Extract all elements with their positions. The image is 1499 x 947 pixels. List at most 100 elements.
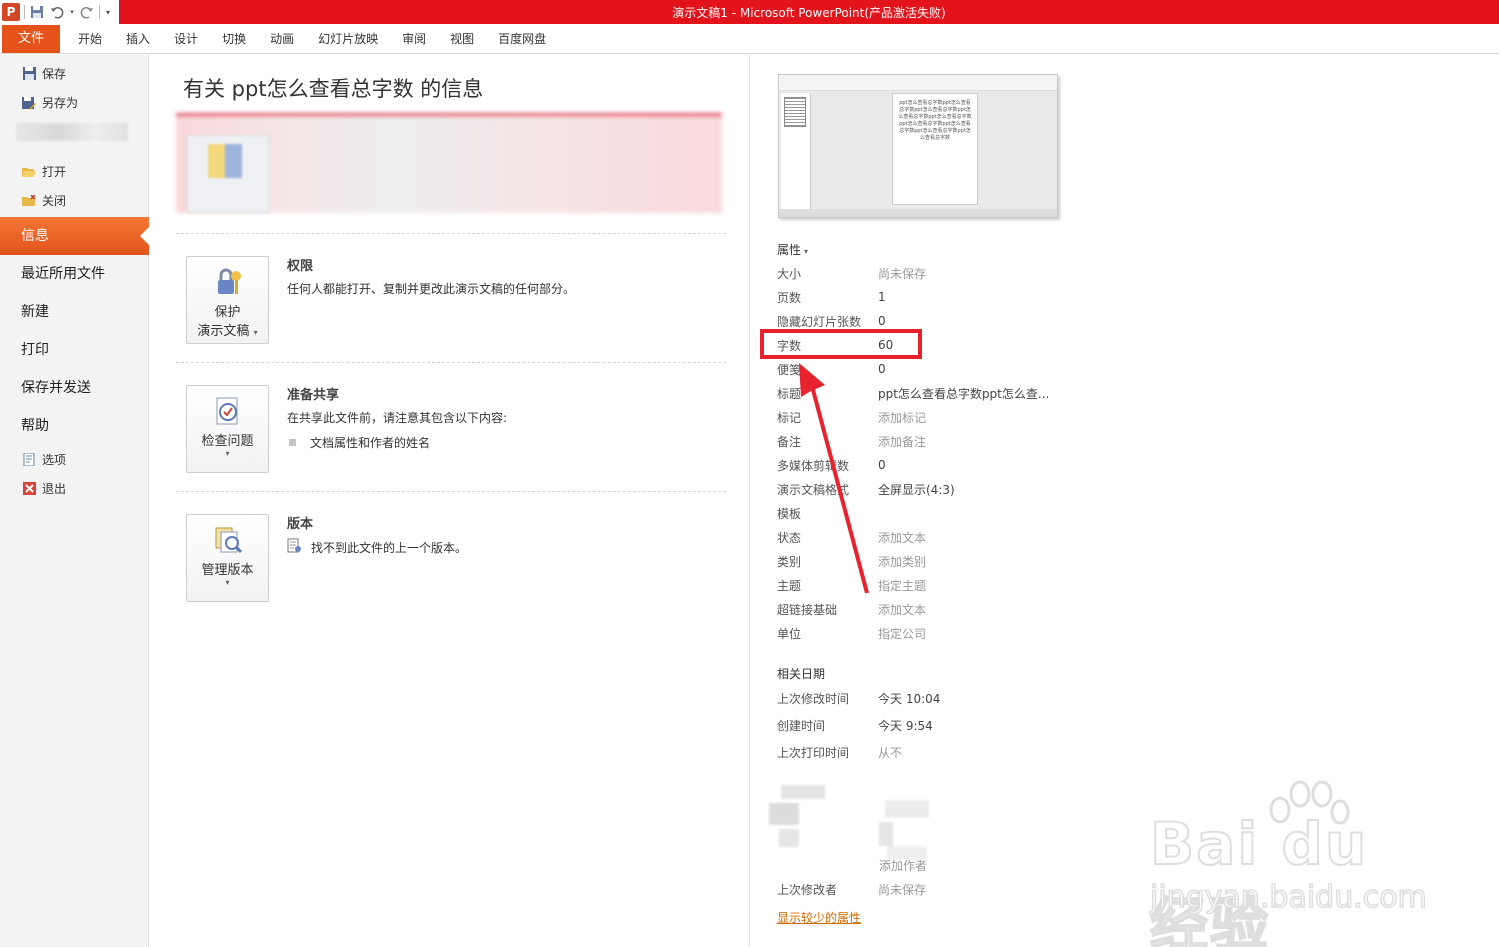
- options-icon: [22, 453, 36, 467]
- baidu-jingyan-watermark: Bai du 经验 jingyan.baidu.com: [1149, 780, 1450, 947]
- tab-home[interactable]: 开始: [66, 25, 114, 53]
- tab-baidu-netdisk[interactable]: 百度网盘: [486, 25, 558, 53]
- manage-versions-dropdown-icon: ▾: [225, 578, 230, 587]
- check-issues-button[interactable]: 检查问题 ▾: [186, 385, 269, 473]
- title-bar: P ▾ ▾ 演示文稿1 - Microsoft PowerPoint(产品激活失…: [0, 0, 1499, 24]
- property-value[interactable]: 添加备注: [878, 433, 926, 450]
- nav-recent[interactable]: 最近所用文件: [0, 255, 148, 293]
- property-row: 类别 添加类别: [777, 549, 1197, 573]
- property-value[interactable]: 指定主题: [878, 577, 926, 594]
- property-key: 超链接基础: [777, 602, 838, 617]
- property-key: 标题: [777, 386, 802, 401]
- property-row: 主题 指定主题: [777, 573, 1197, 597]
- property-key: 标记: [777, 410, 802, 425]
- redo-icon[interactable]: [79, 4, 95, 20]
- property-value[interactable]: 添加类别: [878, 553, 926, 570]
- tab-animations[interactable]: 动画: [258, 25, 306, 53]
- blurred-author-avatar: [769, 785, 831, 847]
- property-value: 0: [878, 458, 886, 472]
- related-dates-heading: 相关日期: [777, 667, 826, 681]
- tab-file[interactable]: 文件: [2, 24, 61, 53]
- window-title: 演示文稿1 - Microsoft PowerPoint(产品激活失败): [672, 6, 946, 20]
- versions-description: 找不到此文件的上一个版本。: [311, 540, 468, 555]
- nav-close[interactable]: 关闭: [0, 186, 148, 215]
- nav-save-send[interactable]: 保存并发送: [0, 369, 148, 407]
- date-property-row: 创建时间 今天 9:54: [777, 713, 1197, 737]
- nav-info[interactable]: 信息: [0, 217, 150, 255]
- protect-presentation-button[interactable]: 保护 演示文稿 ▾: [186, 256, 269, 344]
- check-issues-dropdown-icon: ▾: [225, 449, 230, 458]
- prepare-share-bullet-text: 文档属性和作者的姓名: [310, 436, 431, 450]
- close-folder-icon: [22, 194, 36, 208]
- property-row: 多媒体剪辑数 0: [777, 453, 1197, 477]
- tab-view[interactable]: 视图: [438, 25, 486, 53]
- property-value: 全屏显示(4:3): [878, 482, 955, 497]
- property-value[interactable]: 尚未保存: [878, 265, 926, 282]
- nav-save-as-label: 另存为: [42, 96, 79, 110]
- thumbnail-slide: ppt怎么查看总字数ppt怎么查看总字数ppt怎么查看总字数ppt怎么查看总字数…: [892, 93, 978, 205]
- add-author-link[interactable]: 添加作者: [879, 857, 927, 874]
- exit-icon: [22, 482, 36, 496]
- nav-print[interactable]: 打印: [0, 331, 148, 369]
- permissions-description: 任何人都能打开、复制并更改此演示文稿的任何部分。: [287, 282, 576, 296]
- nav-save-as[interactable]: 另存为: [0, 88, 148, 117]
- property-row: 状态 添加文本: [777, 525, 1197, 549]
- nav-save-label: 保存: [42, 67, 67, 81]
- manage-versions-icon: [211, 523, 245, 557]
- property-key: 隐藏幻灯片张数: [777, 314, 862, 329]
- last-modified-by-row: 上次修改者 尚未保存: [777, 877, 1197, 901]
- blurred-recent-item: [16, 123, 128, 141]
- property-key: 单位: [777, 626, 802, 641]
- nav-save[interactable]: 保存: [0, 59, 148, 88]
- property-value[interactable]: 指定公司: [878, 625, 926, 642]
- property-value: 0: [878, 362, 886, 376]
- manage-versions-label: 管理版本: [201, 563, 254, 578]
- nav-help[interactable]: 帮助: [0, 407, 148, 445]
- tab-design[interactable]: 设计: [162, 25, 210, 53]
- property-row: 便笺 0: [777, 357, 1197, 381]
- property-value[interactable]: 添加文本: [878, 529, 926, 546]
- tab-insert[interactable]: 插入: [114, 25, 162, 53]
- nav-open[interactable]: 打开: [0, 157, 148, 186]
- permissions-section: 权限 任何人都能打开、复制并更改此演示文稿的任何部分。: [287, 255, 727, 297]
- thumbnail-ribbon: [779, 75, 1057, 91]
- customize-qat-icon[interactable]: ▾: [104, 4, 112, 20]
- property-key: 状态: [777, 530, 802, 545]
- date-property-row: 上次修改时间 今天 10:04: [777, 686, 1197, 710]
- undo-dropdown-icon[interactable]: ▾: [69, 4, 75, 20]
- date-property-value: 今天 9:54: [878, 718, 933, 733]
- manage-versions-button[interactable]: 管理版本 ▾: [186, 514, 269, 602]
- nav-new[interactable]: 新建: [0, 293, 148, 331]
- property-row: 备注 添加备注: [777, 429, 1197, 453]
- property-row: 单位 指定公司: [777, 621, 1197, 645]
- qat-separator: [99, 5, 100, 19]
- tab-transitions[interactable]: 切换: [210, 25, 258, 53]
- tab-slideshow[interactable]: 幻灯片放映: [306, 25, 390, 53]
- property-value[interactable]: 添加文本: [878, 601, 926, 618]
- nav-options-label: 选项: [42, 453, 67, 467]
- tab-review[interactable]: 审阅: [390, 25, 438, 53]
- property-value[interactable]: 添加标记: [878, 409, 926, 426]
- show-fewer-properties-link[interactable]: 显示较少的属性: [777, 909, 861, 926]
- open-folder-icon: [22, 165, 36, 179]
- lock-keys-icon: [211, 265, 245, 299]
- property-value: 1: [878, 290, 886, 304]
- date-property-value[interactable]: 从不: [878, 744, 902, 761]
- presentation-thumbnail[interactable]: ppt怎么查看总字数ppt怎么查看总字数ppt怎么查看总字数ppt怎么查看总字数…: [778, 74, 1058, 218]
- nav-options[interactable]: 选项: [0, 445, 148, 474]
- page-title: 有关 ppt怎么查看总字数 的信息: [183, 77, 484, 101]
- last-modified-by-value: 尚未保存: [878, 882, 927, 897]
- nav-exit[interactable]: 退出: [0, 474, 148, 503]
- property-key: 备注: [777, 434, 802, 449]
- qat-separator: [24, 5, 25, 19]
- bullet-square-icon: [289, 439, 296, 446]
- inspect-document-icon: [211, 394, 245, 428]
- property-row: 页数 1: [777, 285, 1197, 309]
- prepare-share-bullet: 文档属性和作者的姓名: [287, 434, 727, 451]
- undo-icon[interactable]: [49, 4, 65, 20]
- save-icon[interactable]: [29, 4, 45, 20]
- save-as-icon: [22, 96, 36, 110]
- powerpoint-app-icon[interactable]: P: [2, 3, 20, 21]
- properties-dropdown[interactable]: 属性 ▾: [777, 241, 808, 258]
- blurred-tile: [187, 135, 269, 213]
